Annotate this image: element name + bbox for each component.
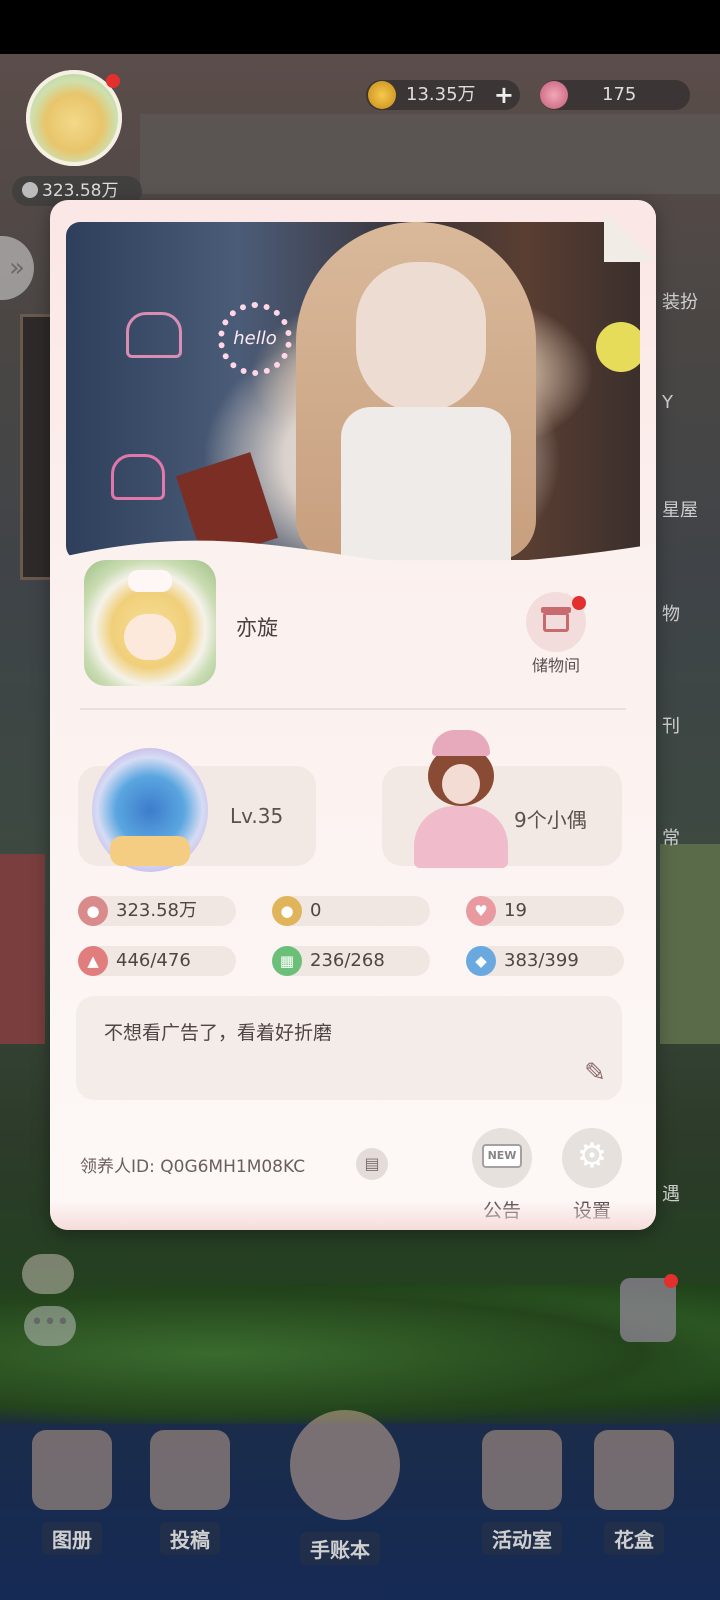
avatar-face [124, 614, 176, 660]
neon-hello-sign: hello [218, 302, 292, 376]
level-badge-icon [92, 748, 208, 872]
doll-figure-body [414, 806, 508, 868]
gem-value: 175 [602, 84, 637, 105]
stat-dresses-value: 446/476 [116, 950, 191, 971]
gear-icon: ⚙ [576, 1136, 608, 1176]
storage-button[interactable] [526, 592, 586, 652]
nav-flower-box[interactable]: 花盒 [584, 1430, 684, 1580]
bag-icon: ◆ [466, 946, 496, 976]
doll-count: 9个小偶 [514, 808, 587, 832]
notice-button[interactable]: NEW [472, 1128, 532, 1188]
bow-decoration [128, 570, 172, 592]
stat-dresses: ▲ 446/476 [78, 946, 236, 976]
fans-icon: ● [78, 896, 108, 926]
add-coins-button[interactable]: + [494, 80, 514, 110]
scene-roof [140, 114, 720, 194]
side-label-house[interactable]: 星屋 [662, 496, 698, 522]
doll-figure-hat [432, 730, 490, 756]
nav-journal[interactable]: 手账本 [290, 1410, 400, 1565]
card-bottom-wave [50, 1200, 656, 1230]
settings-button[interactable]: ⚙ [562, 1128, 622, 1188]
scene-fence-right [660, 844, 720, 1044]
flower-icon [594, 1430, 674, 1510]
stat-footprints: ● 0 [272, 896, 430, 926]
coin-icon [368, 81, 396, 109]
teddy-bear-icon [482, 1430, 562, 1510]
new-tag-icon: NEW [482, 1144, 522, 1168]
stat-bags: ◆ 383/399 [466, 946, 624, 976]
copy-id-icon[interactable]: ▤ [356, 1148, 388, 1180]
nav-album[interactable]: 图册 [22, 1430, 122, 1580]
stat-footprints-value: 0 [310, 900, 322, 921]
side-label-dressup[interactable]: 装扮 [662, 288, 698, 314]
stat-fans: ● 323.58万 [78, 896, 236, 926]
scene-fence-left [0, 854, 45, 1044]
storage-label[interactable]: 储物间 [520, 652, 592, 676]
neon-heart-sign [111, 454, 165, 500]
storage-box-icon [541, 607, 571, 632]
notification-dot [572, 596, 586, 610]
nav-submit-label: 投稿 [160, 1522, 220, 1555]
phone-icon[interactable] [620, 1274, 678, 1342]
gem-counter[interactable]: 175 [540, 80, 690, 110]
friends-icon[interactable] [22, 1254, 74, 1294]
footprint-icon: ● [272, 896, 302, 926]
fans-count: 323.58万 [42, 181, 119, 201]
profile-card: hello 亦旋 储物间 Lv.35 9个小偶 ● 323.58万 ● 0 ♥ … [50, 200, 656, 1230]
stat-hearts: ♥ 19 [466, 896, 624, 926]
nav-activity-room[interactable]: 活动室 [472, 1430, 572, 1580]
stat-hearts-value: 19 [504, 900, 527, 921]
bottom-nav: 图册 投稿 手账本 活动室 花盒 [0, 1410, 720, 1600]
level-text: Lv.35 [230, 804, 284, 828]
doll-face [356, 262, 486, 412]
nickname: 亦旋 [236, 616, 278, 640]
profile-cover-photo[interactable]: hello [66, 222, 640, 560]
notification-dot [106, 74, 120, 88]
side-label-encounter[interactable]: 遇 [662, 1180, 680, 1206]
album-icon [32, 1430, 112, 1510]
furniture-icon: ▦ [272, 946, 302, 976]
stat-furniture-value: 236/268 [310, 950, 385, 971]
badge-bow [110, 836, 190, 866]
clapperboard-icon [150, 1430, 230, 1510]
heart-card-icon: ♥ [466, 896, 496, 926]
nav-journal-label: 手账本 [300, 1532, 380, 1565]
profile-avatar-frame[interactable] [84, 560, 216, 686]
plant-illustration [596, 322, 640, 372]
notification-dot [664, 1274, 678, 1288]
nav-album-label: 图册 [42, 1522, 102, 1555]
dress-icon: ▲ [78, 946, 108, 976]
coin-value: 13.35万 [406, 84, 476, 105]
stat-bags-value: 383/399 [504, 950, 579, 971]
neon-heart-sign [126, 312, 182, 358]
side-label-items[interactable]: 物 [662, 600, 680, 626]
person-icon [22, 182, 38, 198]
side-label-daily[interactable]: 常 [662, 824, 680, 850]
nav-submit[interactable]: 投稿 [140, 1430, 240, 1580]
doll-figure-icon [406, 730, 516, 868]
doll-figure-face [442, 764, 480, 804]
side-label-magazine[interactable]: 刊 [662, 712, 680, 738]
stat-fans-value: 323.58万 [116, 900, 197, 921]
nav-flower-box-label: 花盒 [604, 1522, 664, 1555]
signature-box[interactable]: 不想看广告了，看着好折磨 ✎ [76, 996, 622, 1100]
nav-activity-room-label: 活动室 [482, 1522, 562, 1555]
side-label-diy[interactable]: Y [662, 392, 673, 413]
stat-furniture: ▦ 236/268 [272, 946, 430, 976]
status-bar [0, 0, 720, 54]
coin-counter[interactable]: 13.35万 + [366, 80, 520, 110]
divider [80, 708, 626, 710]
gem-icon [540, 81, 568, 109]
quill-edit-icon[interactable]: ✎ [578, 1056, 612, 1090]
adopter-id-value: Q0G6MH1M08KC [160, 1157, 306, 1177]
scene-grass [0, 1284, 720, 1424]
signature-text: 不想看广告了，看着好折磨 [104, 1022, 333, 1044]
corner-fold [604, 210, 656, 262]
player-avatar[interactable] [26, 70, 122, 166]
chat-bubble-icon[interactable]: ••• [24, 1306, 76, 1346]
adopter-id: 领养人ID: Q0G6MH1M08KC [80, 1152, 305, 1177]
adopter-id-label: 领养人ID: [80, 1157, 155, 1177]
journal-icon [290, 1410, 400, 1520]
